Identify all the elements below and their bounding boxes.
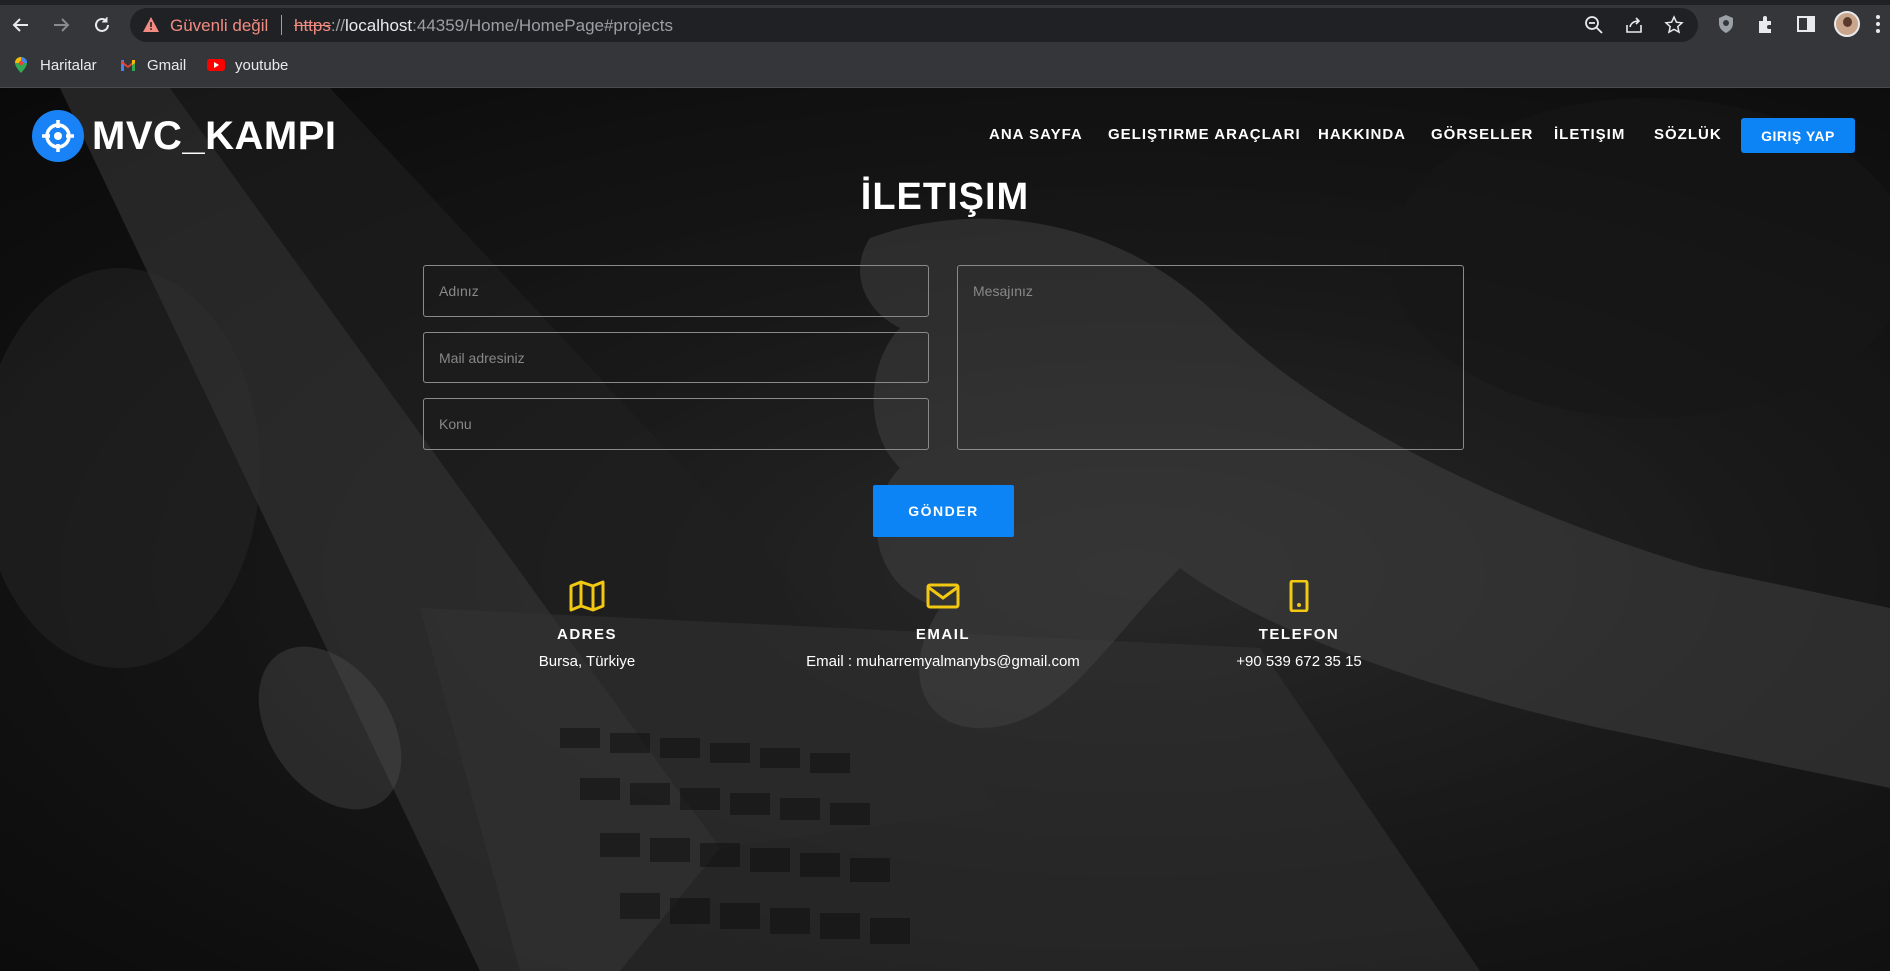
bookmark-star-icon[interactable] bbox=[1664, 15, 1684, 35]
url-scheme: https bbox=[294, 16, 331, 35]
address-label: ADRES bbox=[556, 626, 617, 643]
address-bar[interactable]: Güvenli değil https://localhost:44359/Ho… bbox=[130, 8, 1698, 42]
nav-gallery[interactable]: GÖRSELLER bbox=[1431, 126, 1533, 150]
url-host: localhost bbox=[345, 16, 413, 35]
side-panel-icon[interactable] bbox=[1795, 13, 1817, 35]
login-button[interactable]: GIRIŞ YAP bbox=[1741, 118, 1855, 153]
reload-icon bbox=[95, 17, 109, 32]
maps-icon bbox=[15, 57, 27, 73]
url-path: :44359/Home/HomePage#projects bbox=[412, 16, 673, 35]
security-status[interactable]: Güvenli değil bbox=[170, 16, 268, 36]
back-button[interactable] bbox=[7, 11, 35, 39]
email-value: Email : muharremyalmanybs@gmail.com bbox=[806, 653, 1080, 670]
zoom-icon[interactable] bbox=[1584, 15, 1604, 35]
nav-contact[interactable]: İLETIŞIM bbox=[1554, 126, 1625, 150]
map-icon bbox=[569, 580, 605, 612]
url-separator: :// bbox=[330, 16, 346, 35]
nav-dev-tools[interactable]: GELIŞTIRME ARAÇLARI bbox=[1108, 126, 1301, 150]
contact-title: İLETIŞIM bbox=[860, 176, 1030, 218]
phone-icon bbox=[1289, 580, 1309, 612]
bookmark-haritalar[interactable]: Haritalar bbox=[12, 54, 97, 76]
phone-value: +90 539 672 35 15 bbox=[1236, 653, 1362, 670]
email-input[interactable] bbox=[423, 332, 929, 383]
brand-name: MVC_KAMPI bbox=[92, 113, 337, 158]
share-icon[interactable] bbox=[1624, 15, 1644, 35]
bookmark-gmail[interactable]: Gmail bbox=[119, 54, 186, 76]
profile-avatar[interactable] bbox=[1834, 11, 1860, 37]
bookmark-label: youtube bbox=[235, 56, 289, 74]
browser-menu-icon[interactable] bbox=[1876, 13, 1882, 37]
web-page: MVC_KAMPI ANA SAYFA GELIŞTIRME ARAÇLARI … bbox=[0, 88, 1890, 971]
forward-button[interactable] bbox=[47, 11, 75, 39]
bookmarks-bar: Haritalar Gmail youtube bbox=[0, 50, 1890, 80]
url-text[interactable]: https://localhost:44359/Home/HomePage#pr… bbox=[294, 16, 673, 36]
browser-chrome: Güvenli değil https://localhost:44359/Ho… bbox=[0, 0, 1890, 88]
youtube-icon bbox=[207, 59, 225, 71]
bookmark-label: Haritalar bbox=[40, 56, 97, 74]
bookmark-label: Gmail bbox=[147, 56, 187, 74]
bookmark-youtube[interactable]: youtube bbox=[207, 54, 288, 76]
nav-home[interactable]: ANA SAYFA bbox=[989, 126, 1083, 150]
extensions-puzzle-icon[interactable] bbox=[1755, 13, 1777, 35]
phone-label: TELEFON bbox=[1258, 626, 1340, 643]
phone-info: TELEFON +90 539 672 35 15 bbox=[1139, 580, 1459, 670]
message-textarea[interactable] bbox=[957, 265, 1464, 450]
gmail-icon bbox=[121, 60, 135, 71]
warning-icon bbox=[143, 17, 159, 32]
email-label: EMAIL bbox=[915, 626, 971, 643]
envelope-icon bbox=[926, 583, 960, 609]
browser-toolbar: Güvenli değil https://localhost:44359/Ho… bbox=[0, 5, 1890, 45]
send-button[interactable]: GÖNDER bbox=[873, 485, 1014, 537]
email-info: EMAIL Email : muharremyalmanybs@gmail.co… bbox=[783, 580, 1103, 670]
back-arrow-icon bbox=[12, 18, 28, 32]
reload-button[interactable] bbox=[88, 11, 116, 39]
nav-about[interactable]: HAKKINDA bbox=[1318, 126, 1406, 150]
name-input[interactable] bbox=[423, 265, 929, 317]
address-value: Bursa, Türkiye bbox=[538, 653, 636, 670]
subject-input[interactable] bbox=[423, 398, 929, 450]
brand-link[interactable]: MVC_KAMPI bbox=[32, 110, 337, 162]
crosshair-logo-icon bbox=[32, 110, 84, 162]
address-info: ADRES Bursa, Türkiye bbox=[427, 580, 747, 670]
shield-extension-icon[interactable] bbox=[1715, 13, 1737, 35]
omnibox-divider bbox=[281, 15, 282, 35]
forward-arrow-icon bbox=[54, 18, 70, 32]
nav-dictionary[interactable]: SÖZLÜK bbox=[1654, 126, 1722, 150]
